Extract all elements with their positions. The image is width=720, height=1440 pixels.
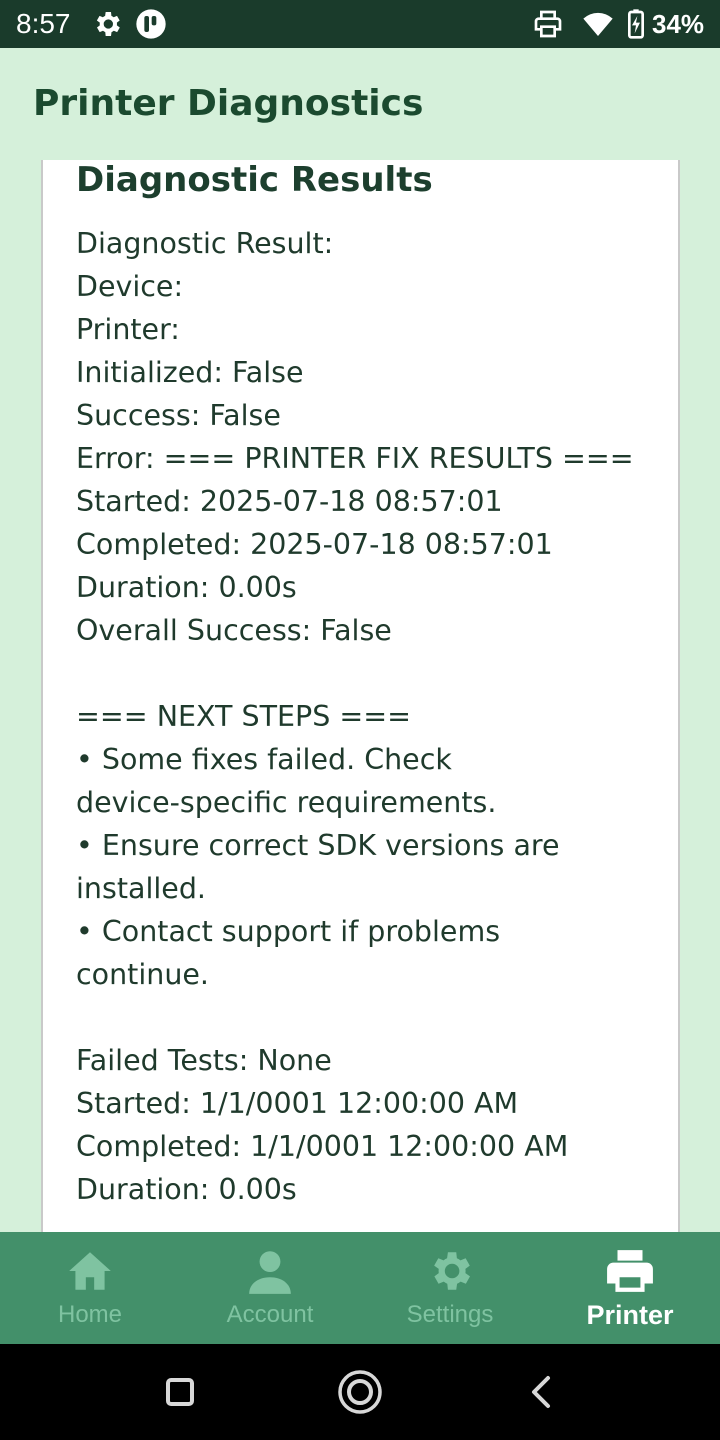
home-button-icon[interactable] xyxy=(336,1368,384,1416)
home-icon xyxy=(69,1252,111,1290)
result-line: Device: xyxy=(76,270,184,303)
battery-charging-icon xyxy=(628,9,644,39)
account-icon xyxy=(249,1251,291,1294)
nav-label-home: Home xyxy=(57,1301,123,1328)
nav-item-account[interactable]: Account xyxy=(180,1232,360,1344)
result-line xyxy=(76,652,666,695)
nav-item-printer[interactable]: Printer xyxy=(540,1232,720,1344)
result-line: Overall Success: False xyxy=(76,614,392,647)
app-logo-icon xyxy=(136,9,166,39)
nav-label-printer: Printer xyxy=(586,1300,674,1330)
nav-item-settings[interactable]: Settings xyxy=(360,1232,540,1344)
result-line xyxy=(76,996,666,1039)
result-line: Success: False xyxy=(76,399,281,432)
printer-icon xyxy=(534,10,562,38)
back-icon[interactable] xyxy=(516,1368,564,1416)
result-line: • Some fixes failed. Check xyxy=(76,743,452,776)
result-line: • Contact support if problems xyxy=(76,915,501,948)
settings-gear-icon xyxy=(434,1252,470,1290)
result-line: device-specific requirements. xyxy=(76,786,497,819)
bottom-navigation: Home Account Settings Printer xyxy=(0,1232,720,1344)
recent-apps-icon[interactable] xyxy=(156,1368,204,1416)
result-line: continue. xyxy=(76,958,209,991)
result-line: Started: 1/1/0001 12:00:00 AM xyxy=(76,1087,519,1120)
result-line: Completed: 2025-07-18 08:57:01 xyxy=(76,528,553,561)
card-title: Diagnostic Results xyxy=(76,160,433,200)
status-time: 8:57 xyxy=(16,8,71,39)
result-line: Duration: 0.00s xyxy=(76,1173,297,1206)
nav-label-account: Account xyxy=(226,1301,314,1328)
gear-icon xyxy=(96,12,120,36)
result-line: installed. xyxy=(76,872,206,905)
result-line: Duration: 0.00s xyxy=(76,571,297,604)
nav-label-settings: Settings xyxy=(406,1301,494,1328)
battery-percentage: 34% xyxy=(652,9,705,39)
result-line: Failed Tests: None xyxy=(76,1044,332,1077)
diagnostic-results-card[interactable]: Diagnostic Results Diagnostic Result: De… xyxy=(41,160,680,1232)
printer-icon xyxy=(607,1250,653,1292)
nav-item-home[interactable]: Home xyxy=(0,1232,180,1344)
diagnostic-results-text: Diagnostic Result: Device: Printer: Init… xyxy=(76,222,666,1211)
wifi-icon xyxy=(583,12,613,36)
result-line: Error: === PRINTER FIX RESULTS === xyxy=(76,442,634,475)
page-title: Printer Diagnostics xyxy=(33,83,424,124)
result-line: Started: 2025-07-18 08:57:01 xyxy=(76,485,503,518)
result-line: • Ensure correct SDK versions are xyxy=(76,829,560,862)
app-header: Printer Diagnostics xyxy=(0,48,720,160)
status-bar: 8:57 34% xyxy=(0,0,720,48)
system-navigation-bar xyxy=(0,1344,720,1440)
result-line: Printer: xyxy=(76,313,180,346)
result-line: Diagnostic Result: xyxy=(76,227,334,260)
result-line: === NEXT STEPS === xyxy=(76,700,412,733)
result-line: Completed: 1/1/0001 12:00:00 AM xyxy=(76,1130,569,1163)
result-line: Initialized: False xyxy=(76,356,304,389)
